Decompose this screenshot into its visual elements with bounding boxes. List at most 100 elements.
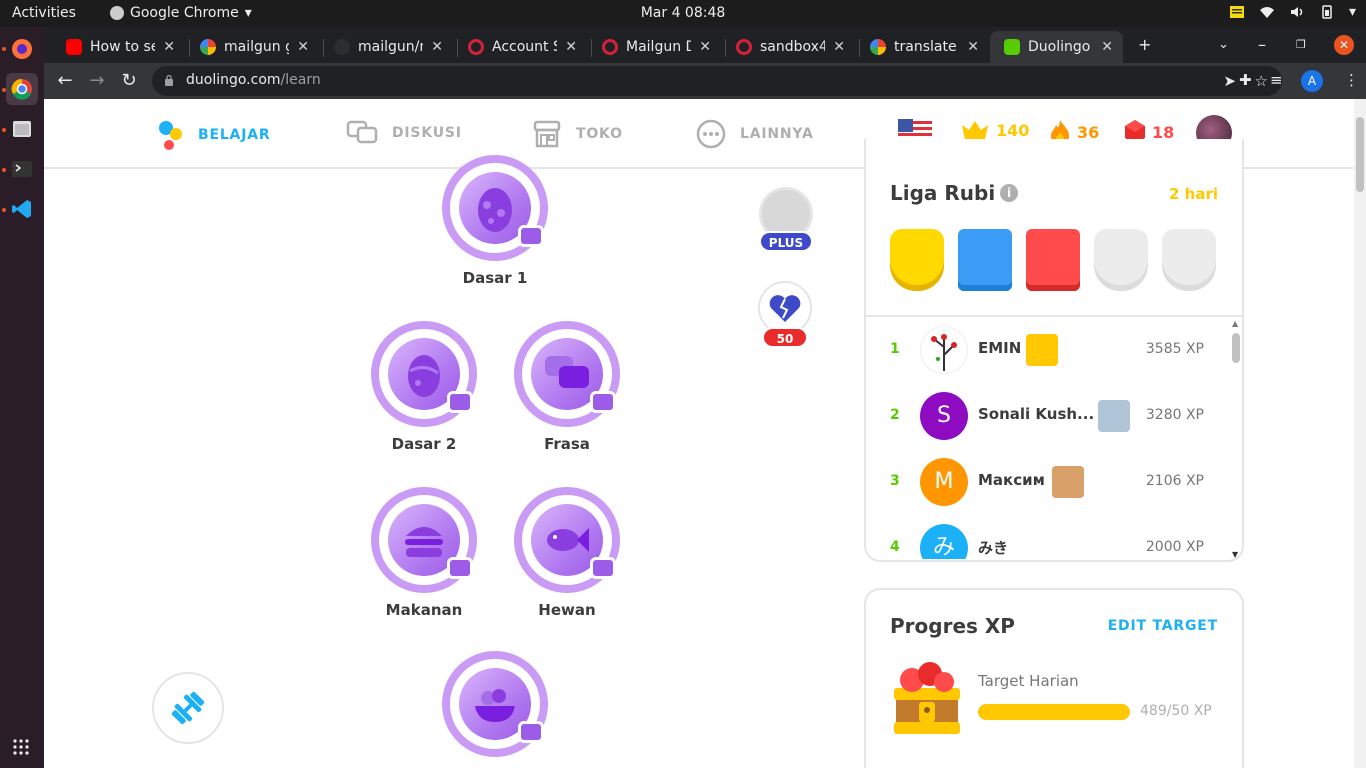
back-icon[interactable]: ←	[54, 70, 76, 92]
nav-more-label: LAINNYA	[740, 126, 814, 142]
browser-tab[interactable]: translate - ✕	[856, 31, 989, 63]
page-scrollbar[interactable]	[1354, 99, 1366, 768]
daily-target-label: Target Harian	[978, 672, 1079, 690]
leaderboard-scrollbar[interactable]: ▲ ▼	[1230, 319, 1242, 559]
extensions-icon[interactable]: ✚	[1239, 71, 1252, 89]
skill-dasar-2[interactable]: Dasar 2	[371, 321, 477, 453]
skill-ring	[442, 651, 548, 757]
browser-tab[interactable]: mailgun g ✕	[186, 31, 319, 63]
nav-learn[interactable]: BELAJAR	[156, 119, 270, 151]
league-title: Liga Rubi	[890, 181, 996, 205]
terminal-icon[interactable]	[6, 153, 38, 185]
browser-tab[interactable]: Account S ✕	[454, 31, 587, 63]
github-icon	[334, 39, 350, 55]
skill-frasa[interactable]: Frasa	[514, 321, 620, 453]
info-icon[interactable]: i	[1000, 184, 1018, 202]
close-tab-icon[interactable]: ✕	[1101, 39, 1113, 55]
leaderboard-row[interactable]: 1 EMIN 3585 XP	[866, 317, 1228, 383]
files-icon[interactable]	[6, 113, 38, 145]
close-tab-icon[interactable]: ✕	[699, 39, 711, 55]
mailgun-icon	[468, 39, 484, 55]
bookmark-star-icon[interactable]: ☆	[1255, 72, 1268, 90]
browser-tab[interactable]: sandbox4 ✕	[722, 31, 855, 63]
close-window-icon[interactable]: ✕	[1334, 35, 1354, 55]
scrollbar-thumb[interactable]	[1232, 333, 1240, 363]
page-scrollbar-thumb[interactable]	[1356, 117, 1364, 192]
chrome-dock-icon[interactable]	[6, 73, 38, 105]
leaderboard-row[interactable]: 3 M Максим 2106 XP	[866, 449, 1228, 515]
sapphire-league-badge	[958, 229, 1012, 291]
browser-tab[interactable]: mailgun/n ✕	[320, 31, 453, 63]
reload-icon[interactable]: ↻	[118, 70, 140, 92]
plus-promo[interactable]: PLUS	[759, 187, 813, 252]
locked-league-badge	[1094, 229, 1148, 291]
google-icon	[870, 39, 886, 55]
wifi-icon[interactable]	[1259, 5, 1275, 19]
league-badges	[890, 229, 1216, 291]
restore-icon[interactable]: ❐	[1296, 38, 1306, 51]
battery-icon[interactable]	[1319, 5, 1335, 19]
close-tab-icon[interactable]: ✕	[163, 39, 175, 55]
skill-ring	[514, 487, 620, 593]
skill-next[interactable]	[442, 651, 548, 765]
crowns-counter[interactable]: 140	[960, 119, 1029, 141]
os-top-bar: Activities Google Chrome ▾ Mar 4 08:48 ▾	[0, 0, 1366, 27]
skill-hewan[interactable]: Hewan	[514, 487, 620, 619]
clock[interactable]: Mar 4 08:48	[0, 5, 1366, 21]
firefox-icon[interactable]	[6, 33, 38, 65]
close-tab-icon[interactable]: ✕	[967, 39, 979, 55]
nav-shop-label: TOKO	[576, 126, 623, 142]
progress-bar-fill	[978, 704, 1130, 720]
forward-icon[interactable]: →	[86, 70, 108, 92]
skill-makanan[interactable]: Makanan	[371, 487, 477, 619]
url-text[interactable]: duolingo.com/learn	[186, 72, 321, 88]
mailgun-icon	[602, 39, 618, 55]
system-tray[interactable]: ▾	[1229, 4, 1356, 20]
ruby-league-badge	[1026, 229, 1080, 291]
tab-title: sandbox4	[760, 39, 826, 55]
close-tab-icon[interactable]: ✕	[833, 39, 845, 55]
user-xp: 2000 XP	[1145, 539, 1204, 555]
user-name: Максим	[978, 471, 1045, 489]
skill-ring	[371, 487, 477, 593]
browser-tab-active[interactable]: Duolingo ✕	[990, 31, 1123, 63]
skill-label: Hewan	[538, 601, 596, 619]
tab-search-icon[interactable]: ⌄	[1218, 37, 1229, 52]
close-tab-icon[interactable]: ✕	[431, 39, 443, 55]
new-tab-icon[interactable]: +	[1138, 35, 1151, 54]
leaderboard-row[interactable]: 2 S Sonali Kush... 3280 XP	[866, 383, 1228, 449]
hearts-button[interactable]: 50	[758, 281, 814, 348]
nav-more[interactable]: LAINNYA	[696, 119, 814, 149]
address-bar[interactable]: duolingo.com/learn ➤ ☆	[152, 66, 1282, 96]
browser-tab[interactable]: Mailgun D ✕	[588, 31, 721, 63]
edit-target-link[interactable]: EDIT TARGET	[1108, 618, 1218, 634]
volume-icon[interactable]	[1289, 5, 1305, 19]
skill-dasar-1[interactable]: Dasar 1	[442, 155, 548, 287]
close-tab-icon[interactable]: ✕	[297, 39, 309, 55]
system-menu-chevron-icon[interactable]: ▾	[1349, 4, 1356, 20]
practice-button[interactable]	[152, 672, 224, 744]
close-tab-icon[interactable]: ✕	[565, 39, 577, 55]
lock-icon[interactable]	[164, 74, 174, 86]
chest-icon	[1098, 400, 1130, 432]
chrome-menu-icon[interactable]: ⋮	[1344, 71, 1359, 89]
profile-avatar[interactable]: A	[1301, 70, 1323, 92]
notes-icon[interactable]	[1229, 5, 1245, 19]
scroll-down-icon[interactable]: ▼	[1232, 550, 1238, 559]
nav-shop[interactable]: TOKO	[532, 119, 623, 149]
leaderboard-row[interactable]: 4 み みき 2000 XP	[866, 515, 1228, 559]
rank: 4	[890, 539, 900, 555]
google-icon	[200, 39, 216, 55]
vscode-icon[interactable]	[6, 193, 38, 225]
show-applications-icon[interactable]	[12, 738, 30, 756]
crowns-count: 140	[996, 120, 1030, 140]
scroll-up-icon[interactable]: ▲	[1232, 319, 1238, 328]
gold-league-badge	[890, 229, 944, 291]
user-xp: 3280 XP	[1145, 407, 1204, 423]
tab-title: translate -	[894, 39, 960, 55]
browser-tab[interactable]: How to se ✕	[52, 31, 185, 63]
nav-discuss[interactable]: DISKUSI	[346, 119, 462, 147]
minimize-icon[interactable]: –	[1258, 35, 1266, 54]
send-to-device-icon[interactable]: ➤	[1223, 72, 1236, 90]
media-control-icon[interactable]: ≡	[1270, 71, 1283, 89]
